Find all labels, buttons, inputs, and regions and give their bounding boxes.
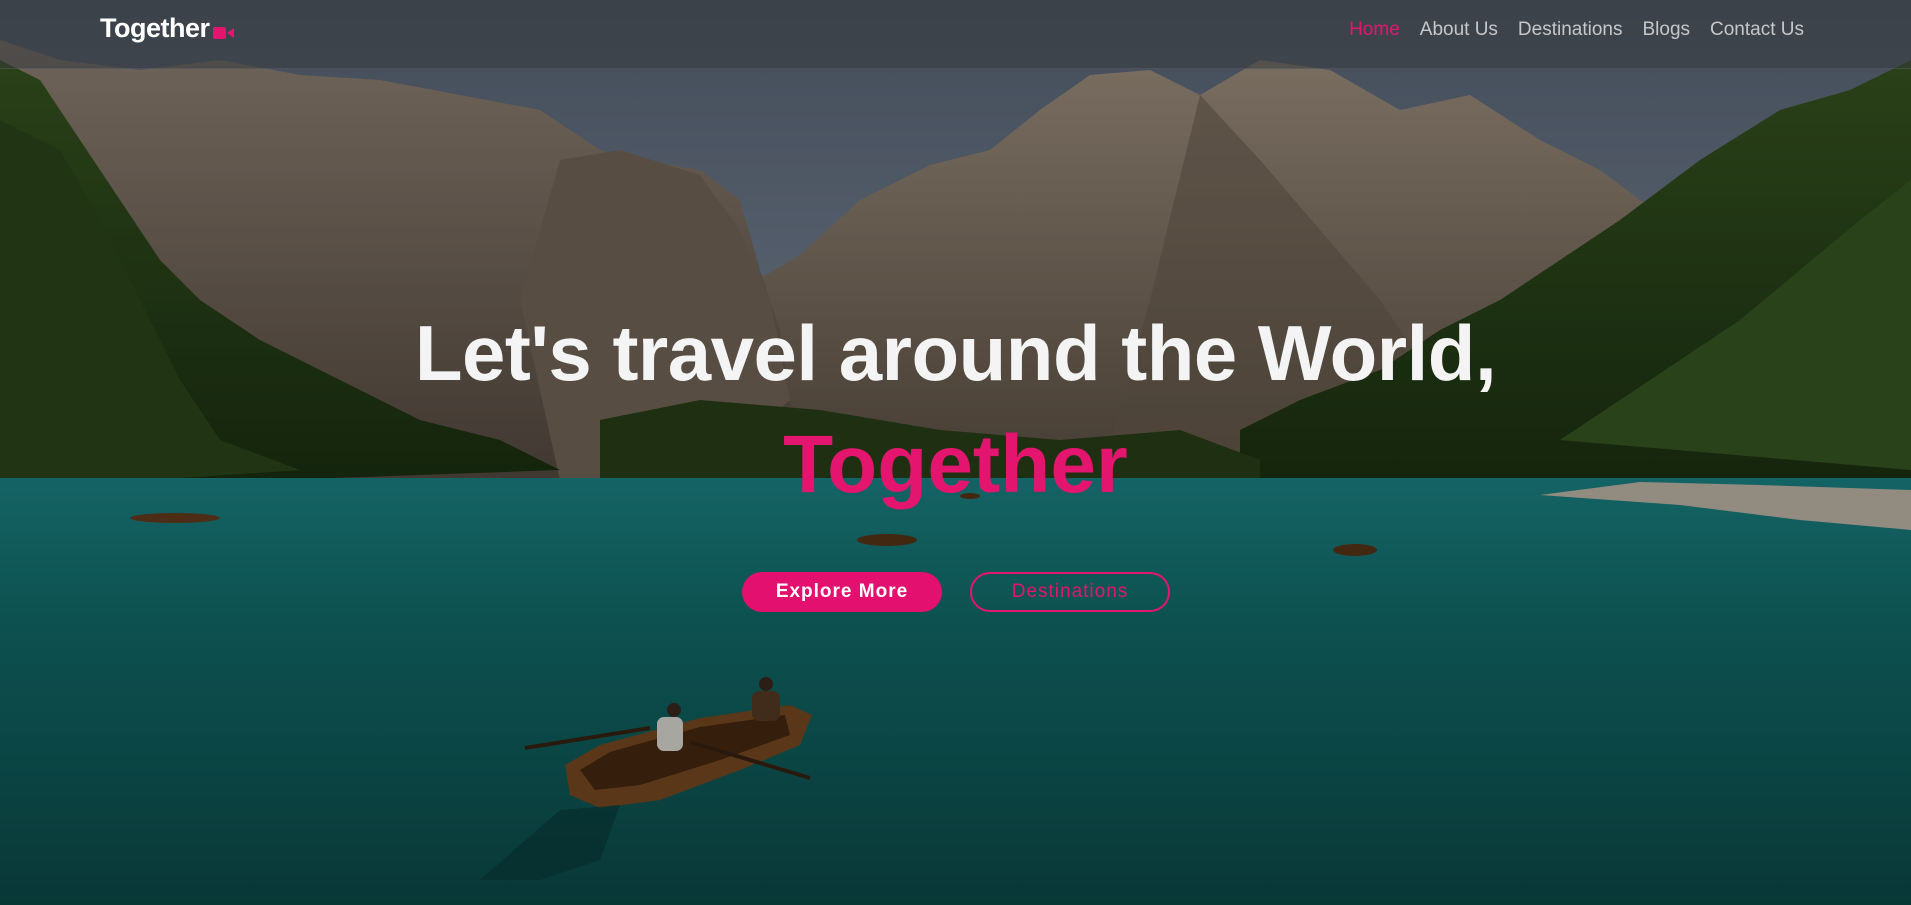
- nav-item-about-us[interactable]: About Us: [1420, 19, 1498, 41]
- top-navbar: Together Home About Us Destinations Blog…: [0, 0, 1911, 69]
- nav-item-contact-us[interactable]: Contact Us: [1710, 19, 1804, 41]
- destinations-button[interactable]: Destinations: [970, 572, 1170, 612]
- hero-headline-accent: Together: [783, 419, 1128, 510]
- brand-name: Together: [100, 13, 210, 43]
- video-camera-icon: [212, 26, 234, 39]
- hero-headline: Let's travel around the World,: [414, 309, 1497, 397]
- nav-item-home[interactable]: Home: [1349, 19, 1400, 41]
- brand-logo[interactable]: Together: [100, 13, 234, 44]
- nav-item-destinations[interactable]: Destinations: [1518, 19, 1623, 41]
- nav-menu: Home About Us Destinations Blogs Contact…: [1349, 19, 1804, 41]
- explore-more-button[interactable]: Explore More: [742, 572, 942, 612]
- nav-item-blogs[interactable]: Blogs: [1642, 19, 1690, 41]
- hero-cta-group: Explore More Destinations: [742, 572, 1170, 612]
